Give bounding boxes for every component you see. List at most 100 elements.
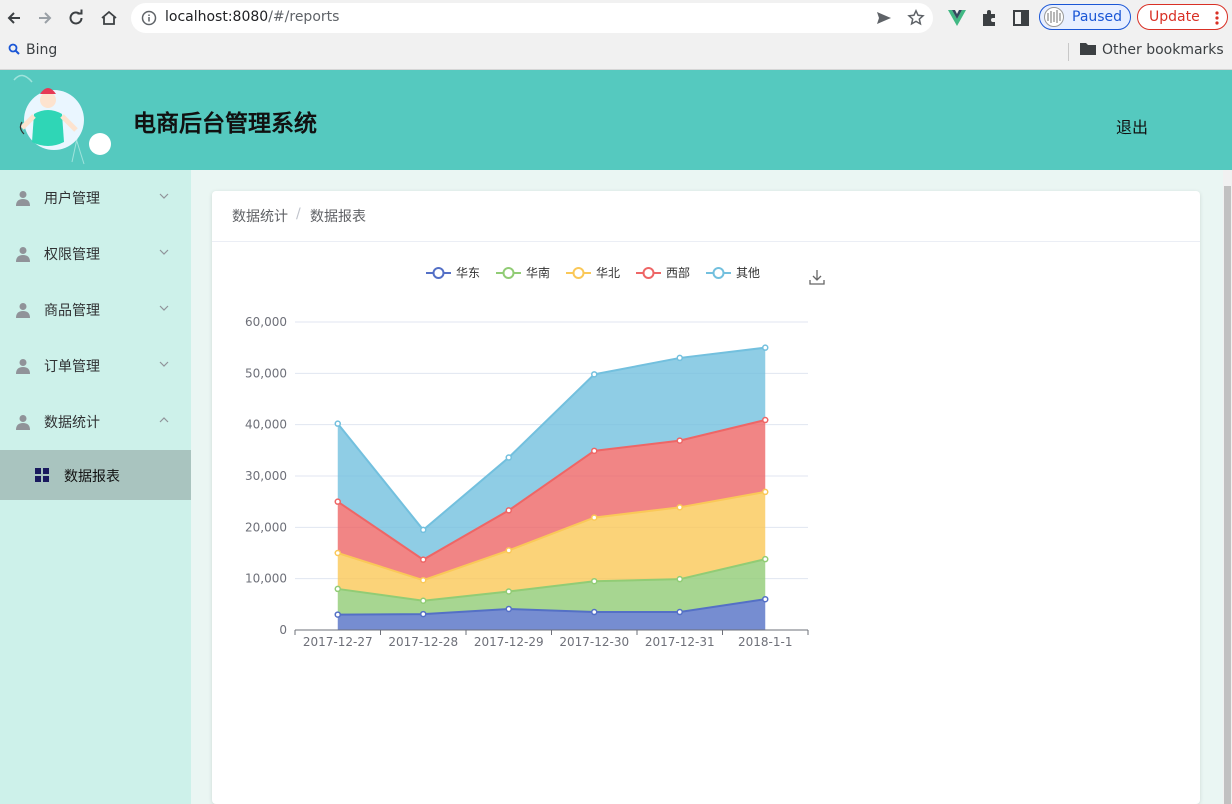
browser-toolbar: localhost:8080/#/reports Paused Update (0, 0, 1232, 36)
url-text: localhost:8080/#/reports (165, 9, 340, 25)
sidebar-item-user-management[interactable]: 用户管理 (0, 170, 191, 226)
data-point (420, 556, 427, 563)
sidebar-item-goods-management[interactable]: 商品管理 (0, 282, 191, 338)
other-bookmarks[interactable]: Other bookmarks (1080, 42, 1224, 58)
chevron-down-icon (159, 305, 169, 311)
sidebar-item-label: 用户管理 (44, 191, 100, 207)
sidebar-item-label: 权限管理 (44, 247, 100, 263)
legend-marker-icon (642, 267, 655, 279)
y-tick-label: 30,000 (245, 469, 287, 483)
logout-button[interactable]: 退出 (1116, 114, 1148, 138)
update-label: Update (1149, 9, 1200, 25)
legend-item[interactable]: 华北 (566, 266, 620, 280)
data-point (591, 371, 598, 378)
back-button[interactable] (2, 6, 26, 30)
forward-arrow-icon (39, 12, 52, 24)
download-icon-glyph (809, 270, 825, 285)
grid-icon (35, 468, 49, 482)
stacked-area-chart: 0 10,000 20,000 30,000 40,000 50,000 60,000 201… (245, 265, 825, 649)
data-point (420, 597, 427, 604)
x-tick-label: 2017-12-29 (474, 635, 544, 649)
data-point (676, 504, 683, 511)
extensions-puzzle-icon[interactable] (978, 7, 1000, 29)
download-icon[interactable] (809, 270, 825, 285)
reload-button[interactable] (64, 6, 88, 30)
update-button[interactable]: Update (1137, 4, 1228, 30)
home-icon (101, 10, 117, 25)
x-tick-label: 2017-12-31 (645, 635, 715, 649)
user-icon (16, 415, 30, 430)
data-point (762, 344, 769, 351)
data-point (334, 585, 341, 593)
data-point (591, 608, 598, 616)
logo-illustration (12, 72, 116, 168)
breadcrumb-item-current: 数据报表 (310, 209, 366, 225)
avatar-icon (1044, 7, 1064, 27)
data-point (591, 577, 598, 585)
legend-item[interactable]: 西部 (636, 265, 690, 280)
other-bookmarks-label: Other bookmarks (1102, 42, 1224, 58)
data-point (334, 611, 341, 618)
bookmark-bing-label: Bing (26, 42, 58, 58)
legend-label: 其他 (736, 266, 760, 280)
side-panel-icon[interactable] (1010, 7, 1032, 29)
user-icon (16, 191, 30, 206)
sidebar-item-permission-management[interactable]: 权限管理 (0, 226, 191, 282)
legend-marker-icon (712, 267, 725, 279)
forward-button[interactable] (33, 6, 57, 30)
y-tick-label: 20,000 (245, 520, 287, 534)
profile-paused-button[interactable]: Paused (1039, 4, 1131, 30)
data-point (505, 588, 512, 595)
legend-item[interactable]: 华东 (426, 266, 480, 280)
user-icon (16, 359, 30, 374)
data-point (676, 437, 683, 444)
y-tick-label: 10,000 (245, 572, 287, 586)
back-arrow-icon (7, 12, 20, 24)
chevron-up-icon (159, 417, 169, 423)
bookmarks-bar: Bing Other bookmarks (0, 36, 1232, 70)
send-icon[interactable] (875, 10, 893, 26)
data-point (505, 507, 512, 514)
report-card: 数据统计 / 数据报表 0 10,000 20,000 30,000 40,000 50,… (212, 191, 1200, 804)
sidebar-item-label: 订单管理 (44, 359, 100, 375)
data-point (334, 498, 341, 505)
data-point (762, 416, 769, 424)
home-button[interactable] (97, 6, 121, 30)
sidebar-item-data-statistics[interactable]: 数据统计 (0, 394, 191, 450)
data-point (505, 605, 512, 613)
data-point (420, 526, 427, 534)
data-point (762, 595, 769, 603)
data-point (676, 354, 683, 362)
y-tick-label: 50,000 (245, 366, 287, 380)
chevron-down-icon (159, 249, 169, 255)
y-tick-label: 0 (279, 623, 287, 637)
app-header: 电商后台管理系统 退出 (0, 70, 1232, 170)
data-point (591, 447, 598, 455)
sidebar: 用户管理 权限管理 商品管理 订单管理 数据统计 数据报表 (0, 170, 191, 804)
sidebar-subitem-data-reports[interactable]: 数据报表 (0, 450, 191, 500)
chevron-down-icon (159, 361, 169, 367)
sidebar-item-order-management[interactable]: 订单管理 (0, 338, 191, 394)
page-scrollbar-thumb[interactable] (1224, 186, 1231, 804)
sidebar-item-label: 数据统计 (44, 415, 100, 431)
data-point (591, 514, 598, 521)
breadcrumb-separator: / (296, 206, 301, 222)
address-bar[interactable]: localhost:8080/#/reports (131, 3, 933, 33)
legend-item[interactable]: 其他 (706, 266, 760, 280)
y-tick-label: 60,000 (245, 315, 287, 329)
breadcrumb-item[interactable]: 数据统计 (232, 206, 288, 226)
bookmark-separator (1068, 43, 1069, 61)
x-tick-label: 2018-1-1 (738, 635, 792, 649)
legend-marker-icon (432, 267, 445, 279)
legend-item[interactable]: 华南 (496, 265, 550, 280)
data-point (420, 610, 427, 618)
data-point (334, 420, 341, 427)
vue-devtools-icon[interactable] (946, 7, 968, 29)
sidebar-item-label: 商品管理 (44, 303, 100, 319)
data-point (762, 555, 769, 563)
bookmark-star-icon[interactable] (907, 9, 925, 27)
x-tick-label: 2017-12-30 (559, 635, 629, 649)
legend-label: 华南 (526, 265, 550, 280)
bookmark-bing[interactable]: Bing (8, 42, 57, 58)
paused-label: Paused (1072, 9, 1123, 25)
